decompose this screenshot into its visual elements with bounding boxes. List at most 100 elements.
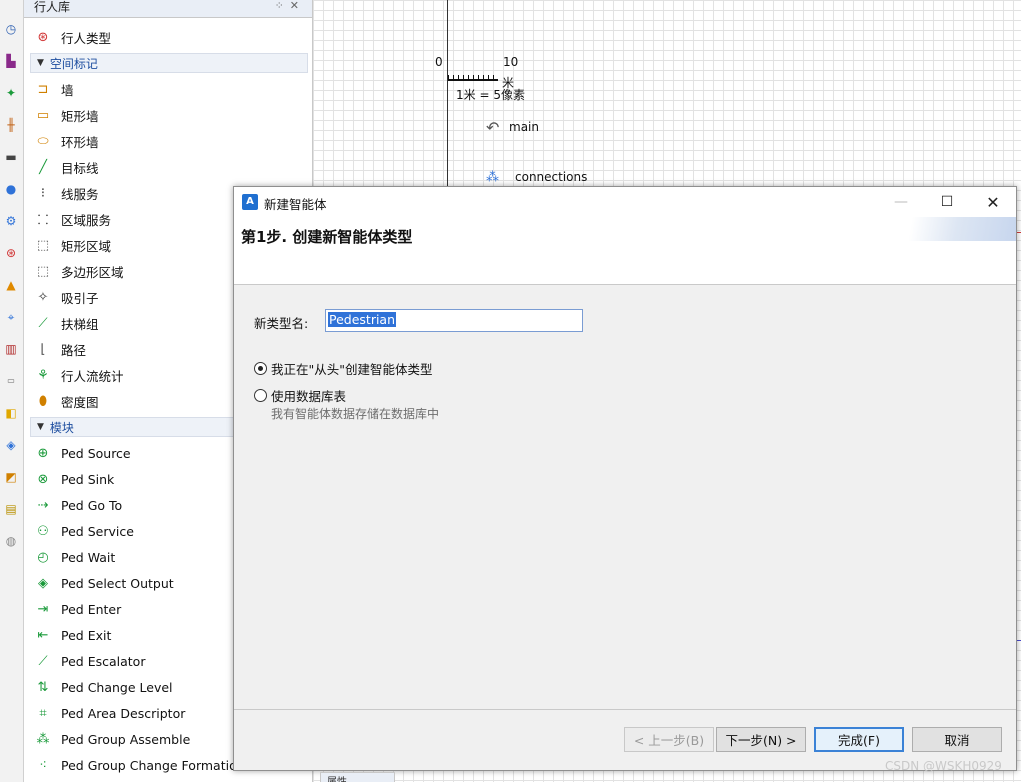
ped-change-level-icon: ⇅ bbox=[37, 679, 49, 695]
car-icon[interactable]: ▬ bbox=[2, 148, 20, 166]
ped-escalator-icon: ⟋ bbox=[38, 653, 48, 669]
palette-header: 行人库 ⁘✕ bbox=[24, 0, 312, 18]
clock-icon[interactable]: ◷ bbox=[2, 20, 20, 38]
process-icon[interactable]: ⚙ bbox=[2, 212, 20, 230]
palette-item-ped-source[interactable]: ⊕ Ped Source bbox=[34, 442, 131, 464]
palette-item-ped-change-level[interactable]: ⇅ Ped Change Level bbox=[34, 676, 173, 698]
palette-header-controls[interactable]: ⁘✕ bbox=[275, 0, 305, 12]
palette-item-label: 密度图 bbox=[61, 394, 99, 410]
palette-item-flow-stat[interactable]: ⚘ 行人流统计 bbox=[34, 364, 123, 386]
ped-sink-icon: ⊗ bbox=[37, 471, 49, 487]
palette-item-ped-type[interactable]: ⊛ 行人类型 bbox=[34, 26, 111, 48]
folder-icon[interactable]: ▤ bbox=[2, 500, 20, 518]
palette-item-ped-exit[interactable]: ⇤ Ped Exit bbox=[34, 624, 112, 646]
palette-item-ped-sink[interactable]: ⊗ Ped Sink bbox=[34, 468, 115, 490]
palette-item-label: 路径 bbox=[61, 342, 87, 358]
palette-item-area-service[interactable]: ⸬ 区域服务 bbox=[34, 208, 111, 230]
scale-ten-label: 10 bbox=[503, 55, 519, 69]
analysis-icon[interactable]: ▥ bbox=[2, 340, 20, 358]
radio-use-database-label[interactable]: 使用数据库表 bbox=[271, 386, 346, 405]
banner-decoration bbox=[866, 217, 1016, 241]
radio-use-database[interactable]: 使用数据库表 bbox=[254, 386, 346, 405]
back-button[interactable]: < 上一步(B) bbox=[624, 727, 714, 752]
connectivity-icon[interactable]: ◈ bbox=[2, 436, 20, 454]
type-name-input[interactable]: Pedestrian bbox=[325, 309, 583, 332]
maximize-button[interactable]: ☐ bbox=[924, 187, 970, 217]
finish-button[interactable]: 完成(F) bbox=[814, 727, 904, 752]
footer-separator bbox=[234, 709, 1016, 710]
radio-unselected-icon[interactable] bbox=[254, 389, 267, 402]
canvas-marker bbox=[1017, 640, 1021, 641]
factory-icon[interactable]: ▙ bbox=[2, 52, 20, 70]
connections-icon[interactable]: ⁂ bbox=[486, 170, 499, 185]
state-icon[interactable]: ◧ bbox=[2, 404, 20, 422]
ped-select-output-icon: ◈ bbox=[38, 575, 48, 591]
type-name-value[interactable]: Pedestrian bbox=[328, 312, 397, 327]
cancel-button[interactable]: 取消 bbox=[912, 727, 1002, 752]
palette-item-path[interactable]: ⌊ 路径 bbox=[34, 338, 86, 360]
ped-area-descriptor-icon: ⌗ bbox=[39, 705, 47, 721]
radio-from-scratch-label[interactable]: 我正在"从头"创建智能体类型 bbox=[271, 359, 433, 378]
pedestrian-icon[interactable]: ✦ bbox=[2, 84, 20, 102]
palette-item-ped-enter[interactable]: ⇥ Ped Enter bbox=[34, 598, 122, 620]
next-button[interactable]: 下一步(N) > bbox=[716, 727, 806, 752]
palette-item-ped-area-descriptor[interactable]: ⌗ Ped Area Descriptor bbox=[34, 702, 185, 724]
palette-item-ped-goto[interactable]: ⇢ Ped Go To bbox=[34, 494, 123, 516]
ped-source-icon: ⊕ bbox=[37, 445, 49, 461]
connections-label[interactable]: connections bbox=[515, 170, 587, 184]
palette-item-label: Ped Source bbox=[61, 445, 131, 461]
section-space-markup[interactable]: ▼ 空间标记 bbox=[30, 53, 308, 73]
palette-item-escalator-group[interactable]: ⟋ 扶梯组 bbox=[34, 312, 98, 334]
palette-item-wall[interactable]: ⊐ 墙 bbox=[34, 78, 74, 100]
properties-tab[interactable]: 属性 bbox=[320, 772, 395, 782]
palette-item-target-line[interactable]: ╱ 目标线 bbox=[34, 156, 98, 178]
minimize-button[interactable]: — bbox=[878, 187, 924, 217]
ped-goto-icon: ⇢ bbox=[37, 497, 49, 513]
flow-statistics-icon: ⚘ bbox=[37, 367, 49, 383]
palette-item-circular-wall[interactable]: ⬭ 环形墙 bbox=[34, 130, 98, 152]
palette-item-label: Ped Group Change Formation bbox=[61, 757, 245, 773]
palette-item-polygon-area[interactable]: ⬚ 多边形区域 bbox=[34, 260, 124, 282]
palette-item-ped-group-change-formation[interactable]: ⁖ Ped Group Change Formation bbox=[34, 754, 245, 776]
palette-item-line-service[interactable]: ⁝ 线服务 bbox=[34, 182, 99, 204]
scale-ruler[interactable] bbox=[448, 75, 498, 81]
dialog-titlebar[interactable]: A 新建智能体 — ☐ ✕ bbox=[234, 187, 1016, 217]
palette-item-label: Ped Wait bbox=[61, 549, 116, 565]
origin-axis bbox=[447, 0, 448, 190]
watermark: CSDN @WSKH0929 bbox=[885, 759, 1002, 773]
palette-item-ped-wait[interactable]: ◴ Ped Wait bbox=[34, 546, 115, 568]
shapes-icon[interactable]: ▲ bbox=[2, 276, 20, 294]
agent-icon[interactable]: ⊛ bbox=[2, 244, 20, 262]
database-icon[interactable]: ◍ bbox=[2, 532, 20, 550]
anylogic-app-icon: A bbox=[242, 194, 258, 210]
palette-item-rect-wall[interactable]: ▭ 矩形墙 bbox=[34, 104, 99, 126]
network-icon[interactable]: ⌖ bbox=[2, 308, 20, 326]
palette-item-ped-service[interactable]: ⚇ Ped Service bbox=[34, 520, 134, 542]
fluid-icon[interactable]: ● bbox=[2, 180, 20, 198]
palette-item-rect-area[interactable]: ⬚ 矩形区域 bbox=[34, 234, 111, 256]
palette-item-density-map[interactable]: ⬮ 密度图 bbox=[34, 390, 99, 412]
palette-item-label: 线服务 bbox=[61, 186, 99, 202]
palette-item-label: 多边形区域 bbox=[61, 264, 124, 280]
collapse-arrow-icon: ▼ bbox=[37, 58, 44, 68]
main-agent-label[interactable]: main bbox=[509, 120, 539, 134]
ped-service-icon: ⚇ bbox=[37, 523, 49, 539]
radio-selected-icon[interactable] bbox=[254, 362, 267, 375]
database-hint: 我有智能体数据存储在数据库中 bbox=[271, 407, 440, 421]
polygonal-area-icon: ⬚ bbox=[36, 263, 50, 279]
palette-item-label: 矩形区域 bbox=[61, 238, 112, 254]
main-agent-icon[interactable]: ↶ bbox=[486, 118, 499, 137]
area-service-icon: ⸬ bbox=[37, 213, 49, 228]
controls-icon[interactable]: ▭ bbox=[2, 372, 20, 390]
rectangular-area-icon: ⬚ bbox=[36, 237, 50, 253]
palette-item-ped-group-assemble[interactable]: ⁂ Ped Group Assemble bbox=[34, 728, 191, 750]
palette-item-ped-select-output[interactable]: ◈ Ped Select Output bbox=[34, 572, 174, 594]
palette-item-attractor[interactable]: ✧ 吸引子 bbox=[34, 286, 99, 308]
attractor-icon: ✧ bbox=[37, 289, 49, 305]
rail-icon[interactable]: ╫ bbox=[2, 116, 20, 134]
scale-zero-label: 0 bbox=[435, 55, 443, 69]
pictures-icon[interactable]: ◩ bbox=[2, 468, 20, 486]
close-button[interactable]: ✕ bbox=[970, 187, 1016, 217]
palette-item-ped-escalator[interactable]: ⟋ Ped Escalator bbox=[34, 650, 145, 672]
radio-from-scratch[interactable]: 我正在"从头"创建智能体类型 bbox=[254, 359, 433, 378]
